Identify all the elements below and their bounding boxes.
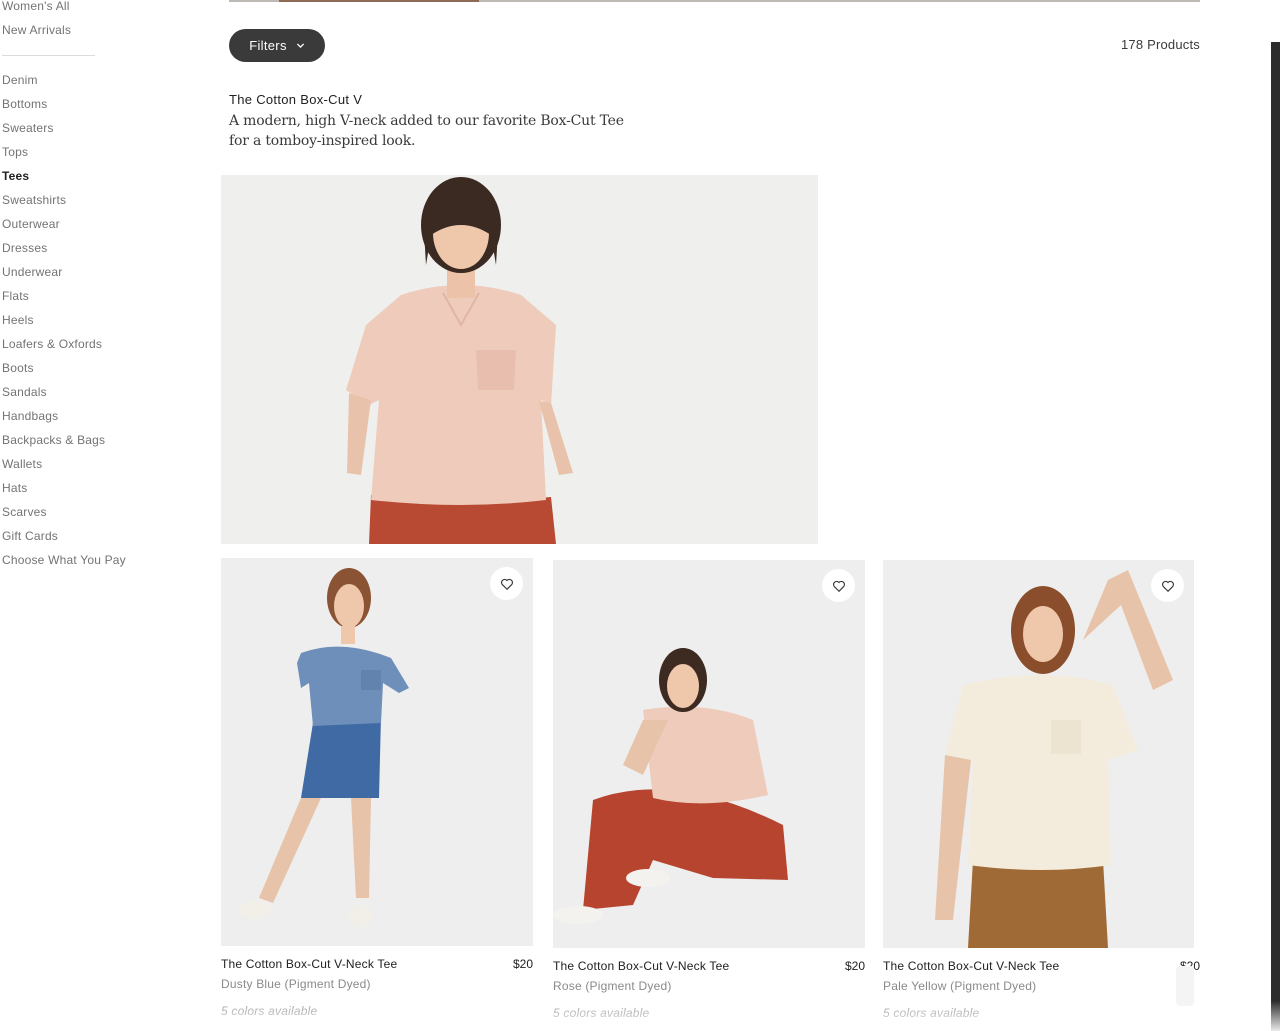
product-price: $20: [844, 959, 865, 973]
product-image[interactable]: [553, 560, 865, 948]
product-card[interactable]: The Cotton Box-Cut V-Neck Tee $20 Rose (…: [553, 560, 865, 1020]
sidebar-item-boots[interactable]: Boots: [2, 356, 142, 380]
sidebar-item-loafers-oxfords[interactable]: Loafers & Oxfords: [2, 332, 142, 356]
product-card[interactable]: The Cotton Box-Cut V-Neck Tee $20 Pale Y…: [883, 560, 1200, 1020]
product-color: Dusty Blue (Pigment Dyed): [221, 977, 371, 991]
product-colors-available: 5 colors available: [221, 1004, 318, 1018]
product-name[interactable]: The Cotton Box-Cut V-Neck Tee: [553, 959, 729, 973]
product-colors-available: 5 colors available: [553, 1006, 650, 1020]
product-color: Pale Yellow (Pigment Dyed): [883, 979, 1037, 993]
sidebar-item-handbags[interactable]: Handbags: [2, 404, 142, 428]
sidebar-item-new-arrivals[interactable]: New Arrivals: [2, 18, 142, 42]
sidebar-item-outerwear[interactable]: Outerwear: [2, 212, 142, 236]
sidebar-item-backpacks-bags[interactable]: Backpacks & Bags: [2, 428, 142, 452]
products-count: 178 Products: [1120, 37, 1200, 52]
sidebar-item-underwear[interactable]: Underwear: [2, 260, 142, 284]
banner-image-edge: [229, 0, 1200, 2]
product-image[interactable]: [883, 560, 1194, 948]
sidebar-item-bottoms[interactable]: Bottoms: [2, 92, 142, 116]
sidebar-item-tops[interactable]: Tops: [2, 140, 142, 164]
scrollbar[interactable]: [1271, 42, 1280, 1031]
category-sidebar: Women's All New Arrivals Denim Bottoms S…: [2, 0, 142, 572]
sidebar-item-gift-cards[interactable]: Gift Cards: [2, 524, 142, 548]
feature-hero-image[interactable]: [221, 175, 818, 544]
filters-button[interactable]: Filters: [229, 29, 325, 62]
sidebar-item-flats[interactable]: Flats: [2, 284, 142, 308]
sidebar-item-dresses[interactable]: Dresses: [2, 236, 142, 260]
sidebar-item-sweaters[interactable]: Sweaters: [2, 116, 142, 140]
product-image[interactable]: [221, 558, 533, 946]
sidebar-item-tees[interactable]: Tees: [2, 164, 142, 188]
sidebar-item-scarves[interactable]: Scarves: [2, 500, 142, 524]
product-color: Rose (Pigment Dyed): [553, 979, 672, 993]
sidebar-item-hats[interactable]: Hats: [2, 476, 142, 500]
product-name[interactable]: The Cotton Box-Cut V-Neck Tee: [883, 959, 1059, 973]
sidebar-item-sweatshirts[interactable]: Sweatshirts: [2, 188, 142, 212]
model-photo-illustration: [221, 175, 818, 544]
banner-image-edge-accent: [279, 0, 479, 2]
product-card[interactable]: The Cotton Box-Cut V-Neck Tee $20 Dusty …: [221, 558, 533, 1018]
sidebar-item-womens-all[interactable]: Women's All: [2, 0, 142, 18]
model-photo-illustration: [883, 560, 1194, 948]
wishlist-button[interactable]: [490, 567, 523, 600]
chevron-down-icon: [296, 43, 304, 49]
sidebar-item-heels[interactable]: Heels: [2, 308, 142, 332]
sidebar-item-wallets[interactable]: Wallets: [2, 452, 142, 476]
product-price: $20: [512, 957, 533, 971]
feature-description: A modern, high V-neck added to our favor…: [229, 113, 624, 149]
product-colors-available: 5 colors available: [883, 1006, 980, 1020]
model-photo-illustration: [553, 560, 865, 948]
product-name[interactable]: The Cotton Box-Cut V-Neck Tee: [221, 957, 397, 971]
wishlist-button[interactable]: [1151, 569, 1184, 602]
sidebar-item-choose-what-you-pay[interactable]: Choose What You Pay: [2, 548, 142, 572]
heart-icon: [500, 578, 513, 590]
sidebar-item-denim[interactable]: Denim: [2, 68, 142, 92]
wishlist-button[interactable]: [822, 569, 855, 602]
feature-title: The Cotton Box-Cut V: [229, 92, 363, 107]
filters-label: Filters: [249, 38, 287, 53]
back-to-top-button[interactable]: [1176, 966, 1194, 1006]
heart-icon: [832, 580, 845, 592]
heart-icon: [1161, 580, 1174, 592]
sidebar-divider: [2, 55, 95, 56]
sidebar-item-sandals[interactable]: Sandals: [2, 380, 142, 404]
model-photo-illustration: [221, 558, 533, 946]
